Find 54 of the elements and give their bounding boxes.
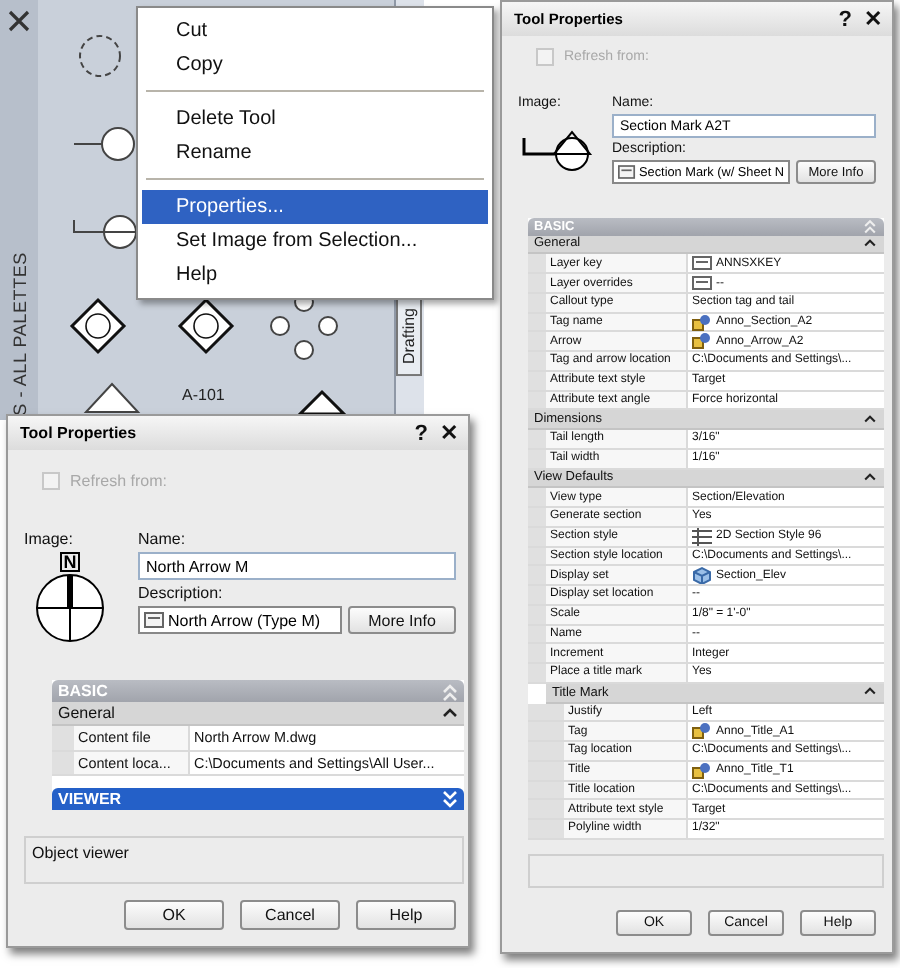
menu-item[interactable]: Rename [142,136,488,170]
viewer-panel: Object viewer [24,835,464,884]
image-label: Image: [24,530,75,548]
chevron-icon[interactable] [862,469,878,486]
cube-icon [692,566,712,585]
tag-symbol-icon[interactable] [73,127,136,161]
dialog-button[interactable]: OK [124,900,224,930]
dialog-button[interactable]: Help [356,900,456,930]
palette-title: S - ALL PALETTES [9,252,30,416]
diamond-symbol-icon[interactable] [178,297,235,355]
category-title: BASIC [58,682,108,700]
symbol-label: A-101 [182,386,226,404]
close-button[interactable]: ✕ [864,6,882,32]
block-icon [692,313,712,331]
description-value: North Arrow (Type M) [168,609,321,633]
group-title: General [58,704,115,723]
help-button[interactable]: ? [414,421,428,445]
chevron-icon[interactable] [862,411,878,428]
close-button[interactable]: ✕ [440,420,458,446]
menu-item[interactable]: Delete Tool [142,102,488,136]
block-icon [692,332,712,351]
menu-item[interactable]: Set Image from Selection... [142,224,488,258]
dashed-circle-icon[interactable] [79,35,122,77]
style-icon [692,527,712,546]
menu-item[interactable]: Copy [142,48,488,82]
name-field[interactable]: North Arrow M [138,552,456,580]
description-label: Description: [138,584,225,602]
dialog-title: Tool Properties [20,424,139,442]
layer-icon [692,254,712,273]
description-icon [144,612,164,628]
triangle-symbol-icon[interactable] [84,382,142,413]
layer-icon [692,274,712,292]
menu-item[interactable]: Properties... [142,190,488,224]
dialog-button[interactable]: Cancel [240,900,340,930]
checkbox-label: Refresh from: [70,472,167,490]
more-info-button[interactable]: More Info [348,606,456,634]
group-header[interactable]: General [52,702,464,727]
menu-item[interactable]: Help [142,258,488,292]
block-icon [692,761,712,780]
section-symbol-icon[interactable] [73,215,138,249]
name-label: Name: [138,530,188,548]
description-field[interactable]: North Arrow (Type M) [138,606,342,634]
help-button[interactable]: ? [838,7,852,31]
category-title: VIEWER [58,789,122,808]
compass-circle-icon [34,572,106,644]
north-label: N [59,552,81,572]
block-icon [692,722,712,741]
diamond-symbol-icon[interactable] [70,297,127,355]
chevron-icon[interactable] [862,235,878,252]
category-header[interactable]: VIEWER [52,787,464,810]
menu-item[interactable]: Cut [142,14,488,48]
description-icon [618,164,636,180]
close-icon[interactable] [8,10,31,32]
palette-tab[interactable]: Drafting [396,296,423,377]
